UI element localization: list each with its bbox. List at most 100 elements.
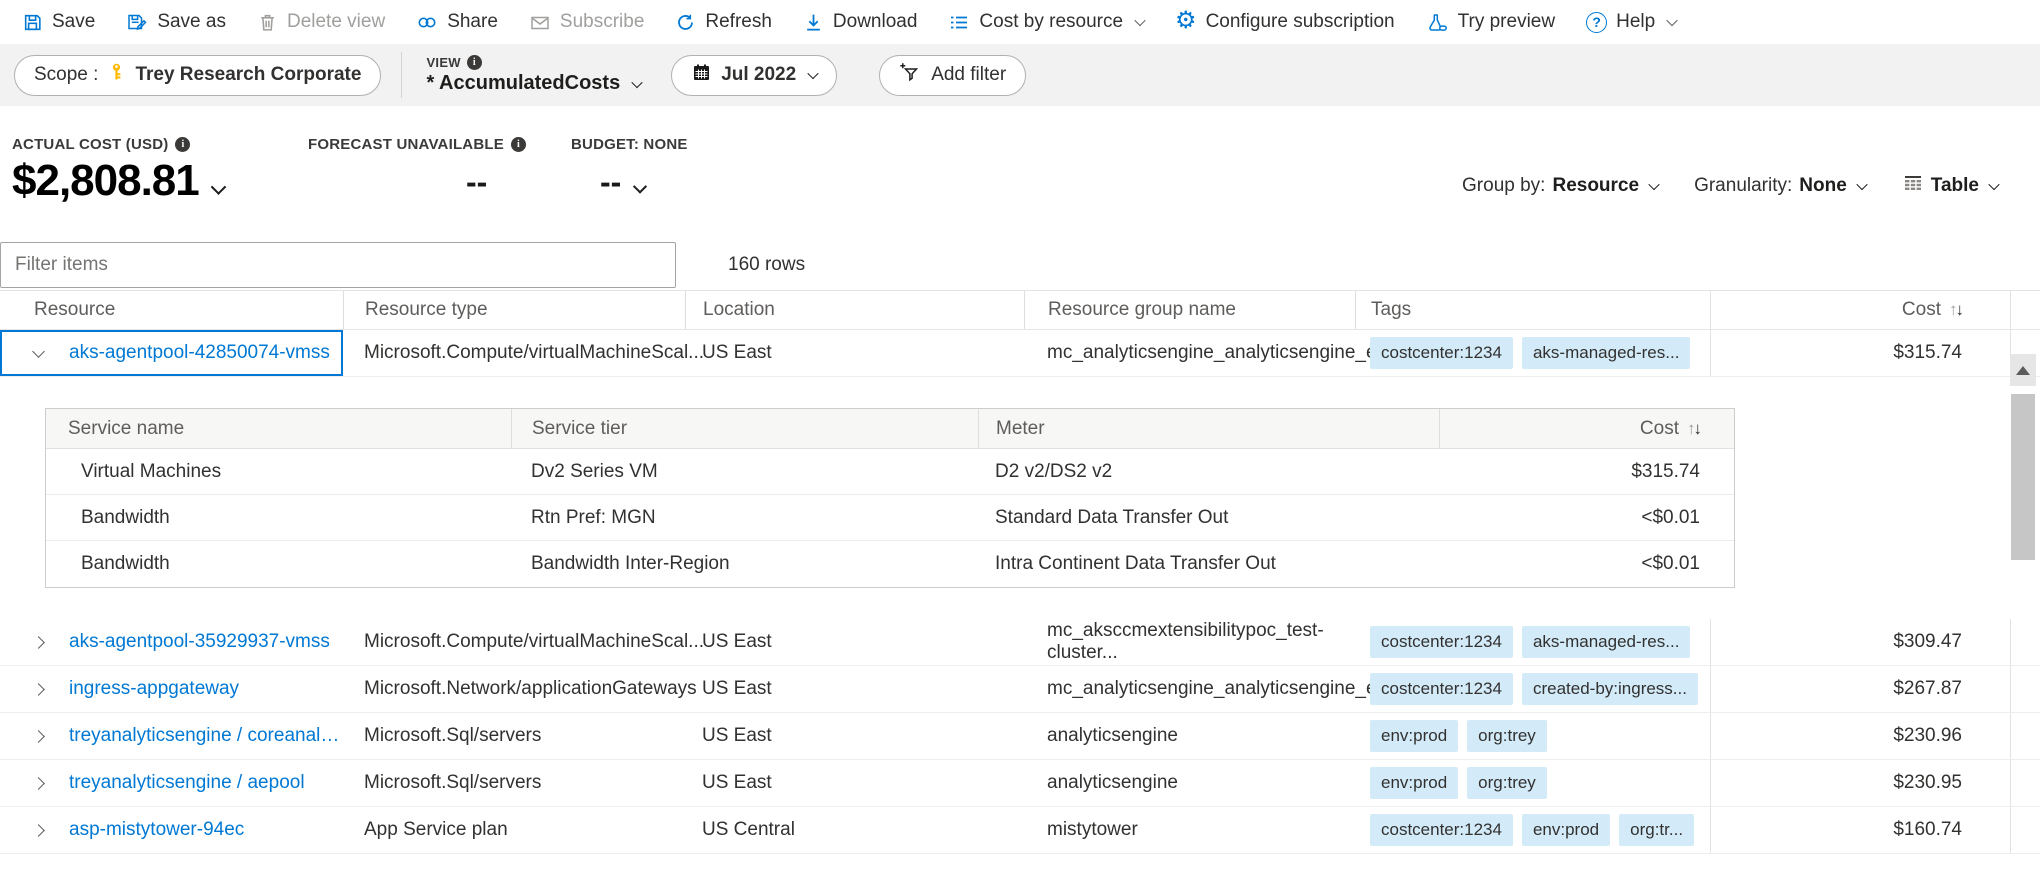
column-header-resource-type[interactable]: Resource type — [343, 291, 685, 329]
resource-group-cell: analyticsengine — [1024, 760, 1355, 806]
download-button[interactable]: Download — [803, 11, 918, 33]
cost-cell: <$0.01 — [1439, 507, 1734, 529]
chevron-down-icon — [1988, 178, 1999, 189]
column-header-resource-group[interactable]: Resource group name — [1024, 291, 1355, 329]
tag-pill: env:prod — [1522, 814, 1610, 846]
column-header-service-name[interactable]: Service name — [46, 409, 511, 448]
table-row: asp-mistytower-94ec App Service plan US … — [0, 807, 2040, 854]
chevron-right-icon[interactable] — [32, 824, 45, 837]
refresh-button[interactable]: Refresh — [675, 11, 772, 33]
scope-label: Scope : — [34, 64, 98, 86]
add-filter-button[interactable]: Add filter — [879, 55, 1026, 96]
resource-link[interactable]: aks-agentpool-35929937-vmss — [69, 631, 330, 653]
tag-pill: aks-managed-res... — [1522, 337, 1690, 369]
tag-pill: env:prod — [1370, 720, 1458, 752]
location-cell: US East — [685, 713, 1024, 759]
configure-subscription-button[interactable]: Configure subscription — [1175, 11, 1395, 34]
view-type-value: Table — [1931, 175, 1979, 197]
chevron-down-icon — [808, 68, 819, 79]
table-row: treyanalyticsengine / coreanalytics Micr… — [0, 713, 2040, 760]
delete-view-button[interactable]: Delete view — [257, 11, 385, 33]
share-button[interactable]: Share — [416, 11, 498, 33]
view-type-selector[interactable]: Table — [1902, 172, 1998, 199]
column-header-cost[interactable]: Cost — [1710, 291, 2011, 329]
resource-cell[interactable]: treyanalyticsengine / coreanalytics — [0, 713, 343, 759]
resource-link[interactable]: ingress-appgateway — [69, 678, 239, 700]
granularity-value: None — [1799, 175, 1847, 197]
tag-pill: aks-managed-res... — [1522, 626, 1690, 658]
meter-cell: Standard Data Transfer Out — [978, 507, 1439, 529]
chart-controls: Group by: Resource Granularity: None — [1462, 172, 1998, 199]
tags-cell: costcenter:1234 aks-managed-res... — [1355, 619, 1710, 665]
resource-cell[interactable]: aks-agentpool-42850074-vmss — [0, 330, 343, 376]
forecast-label: FORECAST UNAVAILABLE — [308, 136, 526, 153]
tag-pill: costcenter:1234 — [1370, 337, 1513, 369]
toolbar: Save Save as Delete view — [0, 0, 2040, 44]
cost-cell: $230.96 — [1710, 713, 2011, 759]
subscribe-button[interactable]: Subscribe — [529, 11, 645, 33]
resource-link[interactable]: treyanalyticsengine / aepool — [69, 772, 305, 794]
list-icon — [948, 12, 970, 33]
table-icon — [1902, 172, 1924, 199]
chevron-right-icon[interactable] — [32, 730, 45, 743]
group-by-label: Group by: — [1462, 175, 1545, 197]
tag-pill: org:tr... — [1619, 814, 1694, 846]
save-as-button[interactable]: Save as — [126, 11, 226, 33]
date-range-selector[interactable]: Jul 2022 — [671, 55, 837, 96]
trash-icon — [257, 12, 278, 33]
resource-type-cell: Microsoft.Compute/virtualMachineScal... — [343, 619, 685, 665]
resource-link[interactable]: aks-agentpool-42850074-vmss — [69, 342, 330, 364]
chevron-down-icon[interactable] — [32, 347, 45, 360]
meter-cell: Intra Continent Data Transfer Out — [978, 553, 1439, 575]
resource-group-cell: mistytower — [1024, 807, 1355, 853]
help-menu[interactable]: Help — [1586, 11, 1676, 33]
download-icon — [803, 12, 824, 33]
chevron-right-icon[interactable] — [32, 683, 45, 696]
cost-cell: $230.95 — [1710, 760, 2011, 806]
resource-cell[interactable]: asp-mistytower-94ec — [0, 807, 343, 853]
filter-items-input[interactable] — [0, 242, 676, 288]
resource-cell[interactable]: aks-agentpool-35929937-vmss — [0, 619, 343, 665]
service-name-cell: Bandwidth — [46, 507, 511, 529]
budget-value[interactable]: -- — [600, 164, 645, 201]
tag-pill: costcenter:1234 — [1370, 626, 1513, 658]
cost-by-resource-label: Cost by resource — [979, 11, 1123, 33]
view-value: * AccumulatedCosts — [426, 72, 620, 95]
column-header-meter[interactable]: Meter — [978, 409, 1439, 448]
resource-link[interactable]: asp-mistytower-94ec — [69, 819, 244, 841]
chevron-right-icon[interactable] — [32, 636, 45, 649]
cost-cell: $315.74 — [1710, 330, 2011, 376]
granularity-selector[interactable]: Granularity: None — [1694, 175, 1866, 197]
column-header-service-tier[interactable]: Service tier — [511, 409, 978, 448]
tag-pill: costcenter:1234 — [1370, 814, 1513, 846]
group-by-selector[interactable]: Group by: Resource — [1462, 175, 1658, 197]
view-selector[interactable]: VIEW * AccumulatedCosts — [426, 55, 641, 95]
tags-cell: env:prod org:trey — [1355, 760, 1710, 806]
chevron-right-icon[interactable] — [32, 777, 45, 790]
resource-cell[interactable]: treyanalyticsengine / aepool — [0, 760, 343, 806]
tags-cell: env:prod org:trey — [1355, 713, 1710, 759]
column-header-location[interactable]: Location — [685, 291, 1024, 329]
location-cell: US East — [685, 330, 1024, 376]
calendar-icon — [691, 62, 712, 89]
budget-label: BUDGET: NONE — [571, 136, 688, 153]
scrollbar-up-button[interactable] — [2010, 354, 2036, 386]
resource-cell[interactable]: ingress-appgateway — [0, 666, 343, 712]
location-cell: US East — [685, 760, 1024, 806]
chevron-down-icon — [1667, 15, 1678, 26]
chevron-down-icon — [1648, 178, 1659, 189]
try-preview-button[interactable]: Try preview — [1426, 11, 1555, 33]
granularity-label: Granularity: — [1694, 175, 1792, 197]
save-button[interactable]: Save — [22, 11, 95, 33]
tag-pill: org:trey — [1467, 720, 1547, 752]
scope-selector[interactable]: Scope : Trey Research Corporate — [14, 55, 381, 96]
scrollbar-thumb[interactable] — [2011, 394, 2035, 560]
column-header-cost[interactable]: Cost — [1439, 409, 1734, 448]
column-header-resource[interactable]: Resource — [0, 291, 343, 329]
cost-cell: $309.47 — [1710, 619, 2011, 665]
column-header-tags[interactable]: Tags — [1355, 291, 1710, 329]
actual-cost-value[interactable]: $2,808.81 — [12, 156, 224, 206]
resource-link[interactable]: treyanalyticsengine / coreanalytics — [69, 725, 343, 747]
tag-pill: env:prod — [1370, 767, 1458, 799]
cost-by-resource-menu[interactable]: Cost by resource — [948, 11, 1144, 33]
